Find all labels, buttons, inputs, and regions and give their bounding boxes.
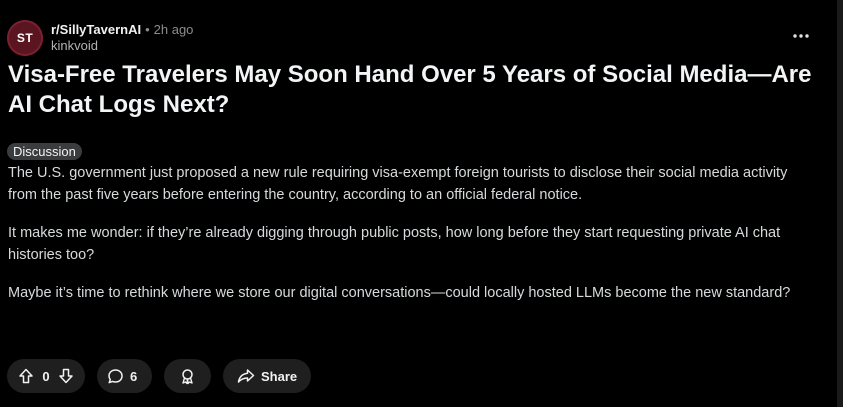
share-label: Share (261, 368, 298, 384)
body-paragraph: It makes me wonder: if they’re already d… (8, 225, 781, 263)
downvote-icon[interactable] (58, 368, 74, 384)
upvote-icon[interactable] (18, 368, 34, 384)
share-button[interactable]: Share (223, 359, 311, 393)
subreddit-avatar[interactable]: ST (7, 20, 43, 56)
more-options-icon (793, 34, 809, 38)
comments-button[interactable]: 6 (97, 359, 152, 393)
author-link[interactable]: kinkvoid (51, 38, 193, 54)
post-time: 2h ago (153, 22, 194, 37)
scrollbar-track[interactable] (837, 0, 843, 407)
comment-count: 6 (130, 368, 138, 384)
comment-icon (107, 368, 124, 385)
meta-separator: • (145, 22, 150, 37)
body-paragraph: The U.S. government just proposed a new … (8, 165, 788, 203)
post-flair[interactable]: Discussion (7, 143, 82, 160)
post-meta: r/SillyTavernAI • 2h ago kinkvoid (51, 22, 193, 54)
post-body: The U.S. government just proposed a new … (8, 163, 818, 322)
award-button[interactable] (164, 359, 211, 393)
post-actions: 0 6 Share (7, 359, 323, 393)
post-title[interactable]: Visa-Free Travelers May Soon Hand Over 5… (8, 60, 818, 120)
avatar-text: ST (16, 31, 34, 45)
share-icon (237, 368, 255, 384)
subreddit-link[interactable]: r/SillyTavernAI (51, 22, 141, 38)
vote-group: 0 (7, 359, 85, 393)
post-card: ST r/SillyTavernAI • 2h ago kinkvoid Vis… (0, 0, 843, 407)
vote-count: 0 (42, 368, 50, 384)
post-header: ST r/SillyTavernAI • 2h ago kinkvoid (7, 18, 193, 58)
meta-row: r/SillyTavernAI • 2h ago (51, 22, 193, 38)
body-paragraph: Maybe it’s time to rethink where we stor… (8, 285, 791, 301)
more-options-button[interactable] (789, 24, 813, 48)
award-icon (179, 368, 196, 385)
